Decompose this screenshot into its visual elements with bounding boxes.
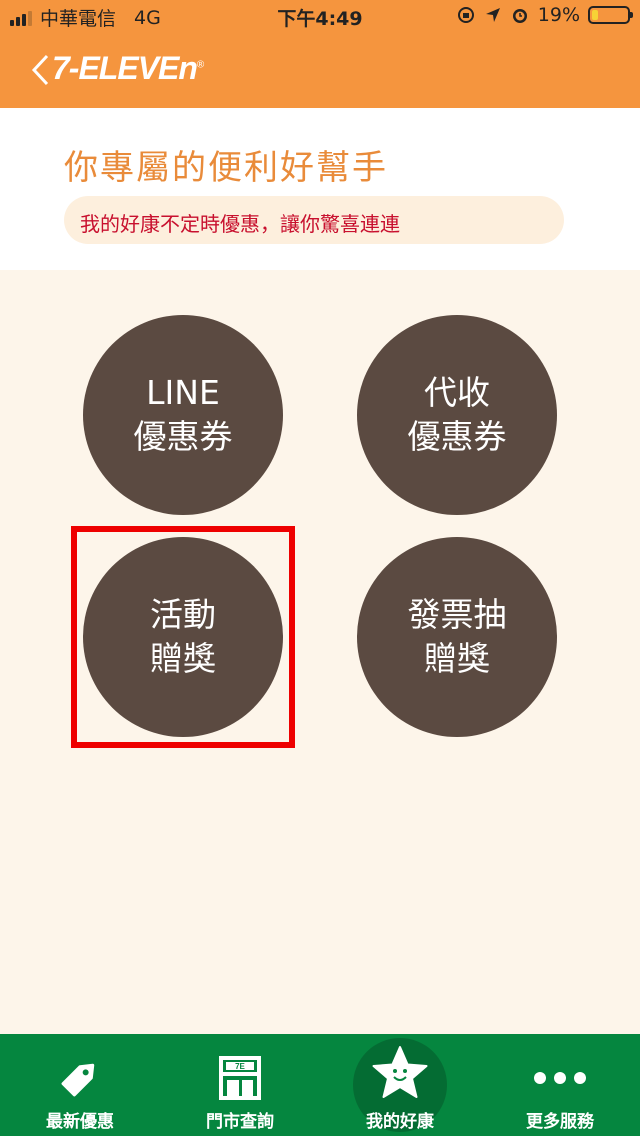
button-label-line2: 優惠券 [133,417,233,456]
store-icon: 7E [219,1056,261,1100]
subtitle-banner: 我的好康不定時優惠，讓你驚喜連連 [64,196,564,244]
button-label-line1: 發票抽 [407,595,507,634]
more-dots-icon [534,1072,586,1084]
svg-text:7E: 7E [235,1062,245,1071]
battery-percent: 19% [537,4,580,26]
button-label-line1: 代收 [424,373,490,412]
collection-coupon-button[interactable]: 代收 優惠券 [357,315,557,515]
button-label-line1: LINE [146,373,220,412]
invoice-lottery-button[interactable]: 發票抽 贈獎 [357,537,557,737]
tab-label: 更多服務 [526,1112,594,1132]
tab-store-search[interactable]: 7E 門市查詢 [160,1034,320,1136]
battery-icon [588,6,633,24]
orientation-lock-icon [457,7,474,23]
tab-my-offers[interactable]: 我的好康 [320,1034,480,1136]
tab-bar: 最新優惠 7E 門市查詢 我的好康 更多服務 [0,1034,640,1136]
chevron-left-icon [31,54,49,86]
alarm-icon [512,9,527,23]
subtitle-text: 我的好康不定時優惠，讓你驚喜連連 [80,212,400,236]
location-icon [485,8,500,22]
star-icon [372,1046,428,1098]
button-label-line2: 贈獎 [424,639,490,678]
header-section: 你專屬的便利好幫手 我的好康不定時優惠，讓你驚喜連連 [0,108,640,270]
page-title: 你專屬的便利好幫手 [64,148,388,188]
button-label-line2: 優惠券 [407,417,507,456]
tab-label: 門市查詢 [206,1112,274,1132]
nav-bar: 7-ELEVEn® [0,32,640,108]
tab-label: 最新優惠 [46,1112,114,1132]
tag-icon [61,1063,95,1097]
tab-latest-offers[interactable]: 最新優惠 [0,1034,160,1136]
tab-more-services[interactable]: 更多服務 [480,1034,640,1136]
brand-logo: 7-ELEVEn® [52,50,204,86]
highlight-box [71,526,295,748]
tab-label: 我的好康 [366,1112,434,1132]
line-coupon-button[interactable]: LINE 優惠券 [83,315,283,515]
status-bar: 中華電信 4G 下午4:49 19% [0,0,640,32]
brand-logo-text: 7-ELEVEn [52,50,198,86]
